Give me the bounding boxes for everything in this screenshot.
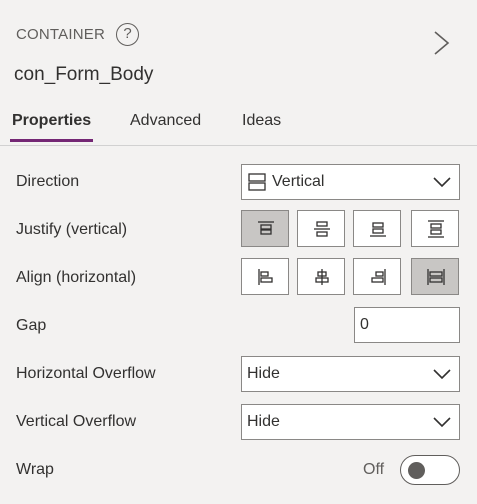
vertical-overflow-value: Hide [247,413,280,430]
justify-top-button[interactable] [241,210,289,247]
horizontal-overflow-value: Hide [247,365,280,382]
align-center-icon [315,269,329,285]
toggle-knob [408,462,425,479]
wrap-toggle[interactable] [400,455,460,485]
vertical-layout-icon [248,173,266,191]
wrap-state-label: Off [363,461,385,478]
vertical-overflow-label: Vertical Overflow [16,413,137,430]
horizontal-overflow-label: Horizontal Overflow [16,365,156,382]
justify-bottom-button[interactable] [353,210,401,247]
justify-bottom-icon [370,222,386,237]
align-stretch-button[interactable] [411,258,459,295]
direction-dropdown[interactable]: Vertical [241,164,460,200]
align-stretch-icon [427,269,445,285]
chevron-down-icon [433,369,451,380]
direction-label: Direction [16,173,80,190]
justify-space-between-icon [428,220,444,238]
control-type-label: CONTAINER [16,26,106,43]
gap-input[interactable] [354,307,460,343]
chevron-right-icon[interactable] [430,30,452,56]
control-name[interactable]: con_Form_Body [14,64,153,86]
tab-bar: Properties Advanced Ideas [0,108,477,146]
help-icon[interactable]: ? [116,23,139,46]
chevron-down-icon [433,417,451,428]
align-center-button[interactable] [297,258,345,295]
panel-header: CONTAINER ? con_Form_Body [0,0,477,100]
tab-ideas[interactable]: Ideas [242,112,281,145]
align-right-icon [371,269,386,285]
align-left-icon [258,269,273,285]
align-label: Align (horizontal) [16,269,137,286]
wrap-label: Wrap [16,461,54,478]
tab-advanced[interactable]: Advanced [130,112,201,145]
justify-top-icon [258,221,274,235]
active-tab-indicator [10,139,93,142]
gap-label: Gap [16,317,47,334]
justify-label: Justify (vertical) [16,221,128,238]
justify-center-icon [314,221,330,237]
direction-value: Vertical [272,173,325,190]
align-left-button[interactable] [241,258,289,295]
justify-space-between-button[interactable] [411,210,459,247]
chevron-down-icon [433,177,451,188]
align-right-button[interactable] [353,258,401,295]
vertical-overflow-dropdown[interactable]: Hide [241,404,460,440]
horizontal-overflow-dropdown[interactable]: Hide [241,356,460,392]
justify-center-button[interactable] [297,210,345,247]
